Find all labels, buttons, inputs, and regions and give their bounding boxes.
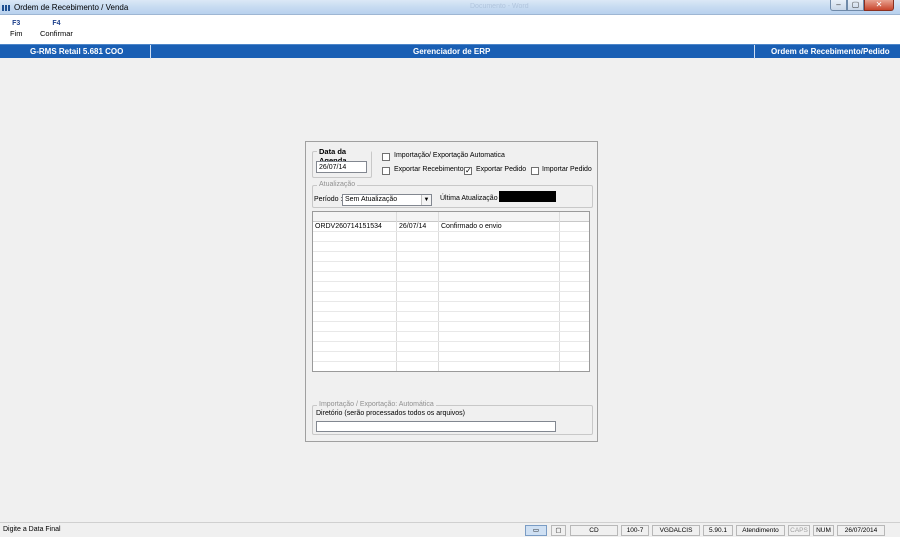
maximize-button[interactable]: ▢ (847, 0, 864, 11)
title-bar: Ordem de Recebimento / Venda Documento -… (0, 0, 900, 15)
app-icon (2, 4, 12, 11)
order-status-cell[interactable]: Confirmado o envio (441, 223, 502, 230)
import-pedido-label: Importar Pedido (542, 166, 592, 173)
orders-grid[interactable]: ORDV260714151534 26/07/14 Confirmado o e… (312, 211, 590, 372)
export-pedido-checkbox[interactable]: ✓ (464, 167, 472, 175)
grid-header-row (313, 212, 589, 222)
window-title: Ordem de Recebimento / Venda (14, 3, 129, 12)
minimize-button[interactable]: – (830, 0, 847, 11)
background-window-title: Documento - Word (470, 3, 529, 10)
order-code-cell[interactable]: ORDV260714151534 (315, 223, 382, 230)
f3-fim-button[interactable]: F3 Fim (10, 20, 23, 38)
import-pedido-checkbox[interactable] (531, 167, 539, 175)
status-bar: Digite a Data Final ▭ ▢ CD 100-7 VGDALCI… (0, 522, 900, 537)
system-version-label: G-RMS Retail 5.681 COO (30, 47, 124, 56)
periodo-select[interactable]: Sem Atualização ▼ (342, 194, 432, 206)
status-cd: CD (570, 525, 618, 536)
status-mode: Atendimento (736, 525, 785, 536)
status-version: 5.90.1 (703, 525, 733, 536)
close-button[interactable]: ✕ (864, 0, 894, 11)
fim-label: Fim (10, 29, 23, 38)
ultima-atualizacao-label: Última Atualização : (440, 195, 502, 202)
auto-import-export-group: Importação / Exportação: Automática Dire… (312, 401, 593, 435)
periodo-selected-value: Sem Atualização (345, 196, 398, 203)
dropdown-arrow-icon[interactable]: ▼ (421, 195, 431, 205)
auto-import-export-legend: Importação / Exportação: Automática (317, 401, 436, 408)
f3-key-label: F3 (12, 20, 21, 27)
ultima-atualizacao-value (499, 191, 556, 202)
grid-column-divider (396, 212, 397, 371)
header-separator (150, 45, 151, 59)
atualizacao-legend: Atualização (317, 181, 358, 188)
export-recebimento-label: Exportar Recebimento (394, 166, 464, 173)
export-pedido-label: Exportar Pedido (476, 166, 527, 173)
status-message: Digite a Data Final (3, 526, 61, 533)
grid-column-divider (438, 212, 439, 371)
status-user: VGDALCIS (652, 525, 700, 536)
toolbar: F3 Fim F4 Confirmar (0, 15, 900, 44)
atualizacao-group: Atualização Período : Sem Atualização ▼ … (312, 181, 593, 208)
screen-title: Ordem de Recebimento/Pedido (771, 47, 890, 56)
grid-column-divider (559, 212, 560, 371)
order-date-cell[interactable]: 26/07/14 (399, 223, 426, 230)
status-date: 26/07/2014 (837, 525, 885, 536)
f4-key-label: F4 (52, 20, 61, 27)
checkmark-icon: ✓ (465, 166, 472, 175)
directory-label: Diretório (serão processados todos os ar… (316, 410, 466, 417)
confirmar-label: Confirmar (40, 29, 73, 38)
module-title: Gerenciador de ERP (413, 47, 491, 56)
status-caps: CAPS (788, 525, 810, 536)
agenda-date-input[interactable]: 26/07/14 (316, 161, 367, 173)
directory-input[interactable] (316, 421, 556, 432)
status-code: 100-7 (621, 525, 649, 536)
auto-import-export-label: Importação/ Exportação Automatica (394, 152, 505, 159)
clipboard-icon[interactable]: ▢ (551, 525, 566, 536)
keyboard-icon[interactable]: ▭ (525, 525, 547, 536)
status-num: NUM (813, 525, 834, 536)
module-header: G-RMS Retail 5.681 COO Gerenciador de ER… (0, 44, 900, 59)
order-panel: Data da Agenda 26/07/14 Importação/ Expo… (305, 141, 598, 442)
auto-import-export-checkbox[interactable] (382, 153, 390, 161)
f4-confirmar-button[interactable]: F4 Confirmar (40, 20, 73, 38)
header-separator (754, 45, 755, 59)
periodo-label: Período : (314, 196, 343, 203)
agenda-group: Data da Agenda 26/07/14 (312, 147, 372, 178)
export-recebimento-checkbox[interactable] (382, 167, 390, 175)
